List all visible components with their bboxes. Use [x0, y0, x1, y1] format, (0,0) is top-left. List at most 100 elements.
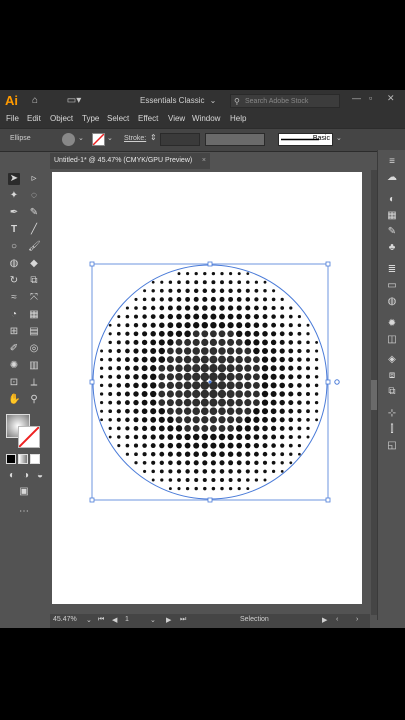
menu-effect[interactable]: Effect	[138, 114, 158, 123]
lasso-tool-icon[interactable]: ◌	[28, 190, 40, 202]
pathfinder-icon[interactable]: ◱	[386, 440, 398, 452]
curvature-tool-icon[interactable]: ✎	[28, 207, 40, 219]
resize-handle[interactable]	[89, 379, 95, 385]
asset-export-icon[interactable]: ⧉	[386, 386, 398, 398]
zoom-tool-icon[interactable]: ⚲	[28, 394, 40, 406]
chevron-down-icon[interactable]: ⌄	[86, 616, 92, 624]
direct-selection-tool-icon[interactable]: ▹	[28, 173, 40, 185]
pie-widget-handle[interactable]	[334, 379, 340, 385]
gradient-panel-icon[interactable]: ▭	[386, 280, 398, 292]
fill-stroke-widget[interactable]	[6, 414, 42, 450]
first-artboard-icon[interactable]: ⏮	[98, 616, 104, 624]
close-icon[interactable]: ✕	[387, 93, 395, 104]
next-artboard-icon[interactable]: ▶	[166, 616, 171, 624]
layers-icon[interactable]: ◈	[386, 354, 398, 366]
type-tool-icon[interactable]: T	[8, 224, 20, 236]
variable-width-field[interactable]	[205, 133, 265, 146]
menu-edit[interactable]: Edit	[27, 114, 41, 123]
scroll-left-icon[interactable]: ‹	[336, 616, 338, 623]
status-menu-icon[interactable]: ▶	[322, 616, 327, 624]
shaper-tool-icon[interactable]: ◍	[8, 258, 20, 270]
align-icon[interactable]: ⫿	[386, 424, 398, 436]
perspective-grid-icon[interactable]: ▦	[28, 309, 40, 321]
resize-handle[interactable]	[207, 261, 213, 267]
symbols-icon[interactable]: ♣	[386, 242, 398, 254]
menu-view[interactable]: View	[168, 114, 185, 123]
halftone-artwork[interactable]	[52, 172, 362, 604]
gradient-tool-icon[interactable]: ▤	[28, 326, 40, 338]
chevron-down-icon[interactable]: ⌄	[208, 93, 218, 108]
stepper-icon[interactable]: ⇕	[150, 133, 157, 142]
blend-tool-icon[interactable]: ◎	[28, 343, 40, 355]
eyedropper-icon[interactable]: ✐	[8, 343, 20, 355]
line-tool-icon[interactable]: ╱	[28, 224, 40, 236]
none-swatch-icon[interactable]	[30, 454, 40, 464]
properties-icon[interactable]: ≡	[386, 156, 398, 168]
symbol-sprayer-icon[interactable]: ✺	[8, 360, 20, 372]
stroke-swatch[interactable]	[18, 426, 40, 448]
resize-handle[interactable]	[89, 261, 95, 267]
artboards-icon[interactable]: ⧈	[386, 370, 398, 382]
swatches-icon[interactable]: ▦	[386, 210, 398, 222]
menu-select[interactable]: Select	[107, 114, 129, 123]
brushes-icon[interactable]: ✎	[386, 226, 398, 238]
draw-mode-icon[interactable]: ◐	[6, 470, 18, 482]
gradient-swatch-icon[interactable]	[18, 454, 28, 464]
zoom-level[interactable]: 45.47%	[53, 616, 77, 623]
scroll-right-icon[interactable]: ›	[356, 616, 358, 623]
menu-object[interactable]: Object	[50, 114, 73, 123]
screen-mode-icon[interactable]: ▣	[18, 486, 30, 498]
document-tab[interactable]: Untitled-1* @ 45.47% (CMYK/GPU Preview) …	[50, 153, 210, 169]
transparency-icon[interactable]: ◍	[386, 296, 398, 308]
scale-tool-icon[interactable]: ⧉	[28, 275, 40, 287]
mesh-tool-icon[interactable]: ⊞	[8, 326, 20, 338]
default-colors-icon[interactable]	[6, 454, 16, 464]
eraser-tool-icon[interactable]: ◆	[28, 258, 40, 270]
appearance-icon[interactable]: ✹	[386, 318, 398, 330]
width-tool-icon[interactable]: ≈	[8, 292, 20, 304]
resize-handle[interactable]	[325, 379, 331, 385]
selection-tool-icon[interactable]: ➤	[8, 173, 20, 185]
chevron-down-icon[interactable]: ⌄	[336, 134, 342, 142]
stroke-swatch[interactable]	[92, 133, 105, 146]
chevron-down-icon[interactable]: ⌄	[150, 616, 156, 624]
maximize-icon[interactable]: ▫	[369, 93, 372, 103]
menu-type[interactable]: Type	[82, 114, 99, 123]
rotate-tool-icon[interactable]: ↻	[8, 275, 20, 287]
menu-window[interactable]: Window	[192, 114, 220, 123]
more-tools-icon[interactable]: ⋯	[18, 506, 30, 518]
graph-tool-icon[interactable]: ▥	[28, 360, 40, 372]
resize-handle[interactable]	[325, 261, 331, 267]
home-icon[interactable]: ⌂	[28, 93, 42, 108]
magic-wand-icon[interactable]: ✦	[8, 190, 20, 202]
draw-behind-icon[interactable]: ◑	[20, 470, 32, 482]
fill-swatch[interactable]	[62, 133, 75, 146]
layout-icon[interactable]: ▭▾	[62, 93, 86, 108]
resize-handle[interactable]	[207, 497, 213, 503]
paintbrush-icon[interactable]: 🖌	[28, 241, 41, 253]
brush-definition-field[interactable]: Basic	[278, 133, 333, 146]
artboard-number[interactable]: 1	[125, 616, 129, 623]
stroke-weight-field[interactable]	[160, 133, 200, 146]
artboard[interactable]	[52, 172, 362, 604]
libraries-icon[interactable]: ☁	[386, 172, 398, 184]
menu-help[interactable]: Help	[230, 114, 246, 123]
close-icon[interactable]: ×	[202, 153, 206, 169]
draw-inside-icon[interactable]: ◒	[34, 470, 46, 482]
last-artboard-icon[interactable]: ⏭	[180, 616, 186, 624]
pen-tool-icon[interactable]: ✒	[8, 207, 20, 219]
transform-icon[interactable]: ⊹	[386, 408, 398, 420]
search-input[interactable]: ⚲ Search Adobe Stock	[230, 94, 340, 108]
shape-builder-icon[interactable]: ◔	[8, 309, 20, 321]
graphic-styles-icon[interactable]: ◫	[386, 334, 398, 346]
artboard-tool-icon[interactable]: ⊡	[8, 377, 20, 389]
slice-tool-icon[interactable]: ⟂	[28, 377, 40, 389]
hand-tool-icon[interactable]: ✋	[8, 394, 20, 406]
stroke-label[interactable]: Stroke:	[124, 135, 146, 142]
minimize-icon[interactable]: —	[352, 93, 361, 103]
resize-handle[interactable]	[325, 497, 331, 503]
prev-artboard-icon[interactable]: ◀	[112, 616, 117, 624]
ellipse-tool-icon[interactable]: ○	[8, 241, 20, 253]
chevron-down-icon[interactable]: ⌄	[107, 134, 113, 142]
color-icon[interactable]: ◐	[386, 194, 398, 206]
